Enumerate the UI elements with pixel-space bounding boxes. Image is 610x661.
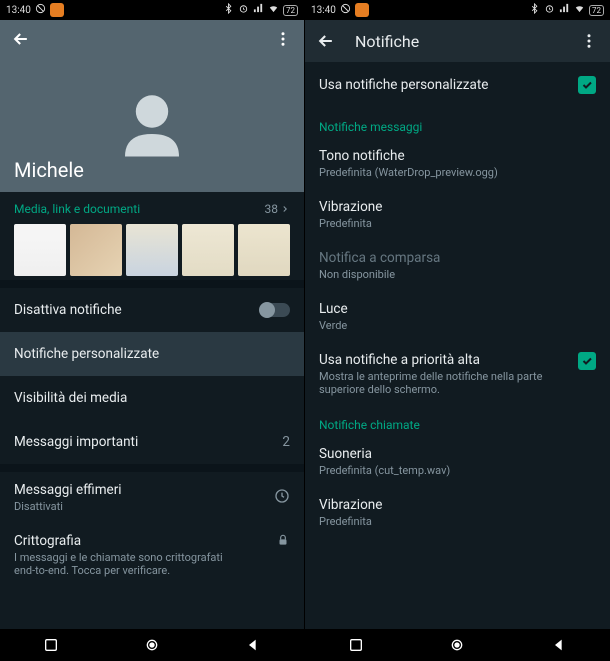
battery-icon: 72 bbox=[283, 5, 298, 16]
timer-icon bbox=[274, 488, 290, 508]
notifications-header: Notifiche bbox=[305, 20, 610, 62]
back-button[interactable] bbox=[10, 28, 32, 50]
media-thumbnail[interactable] bbox=[238, 224, 290, 276]
encryption-row[interactable]: Crittografia I messaggi e le chiamate so… bbox=[0, 523, 304, 587]
media-thumbnail[interactable] bbox=[182, 224, 234, 276]
status-time: 13:40 bbox=[6, 5, 31, 16]
call-vibration-title: Vibrazione bbox=[319, 497, 382, 513]
media-thumbnail[interactable] bbox=[14, 224, 66, 276]
more-menu-button[interactable] bbox=[578, 30, 600, 52]
ringtone-title: Suoneria bbox=[319, 446, 450, 462]
chevron-right-icon bbox=[280, 204, 290, 214]
starred-messages-label: Messaggi importanti bbox=[14, 434, 138, 450]
starred-messages-count: 2 bbox=[282, 434, 290, 450]
high-priority-row[interactable]: Usa notifiche a priorità alta Mostra le … bbox=[305, 342, 610, 406]
encryption-sub: I messaggi e le chiamate sono crittograf… bbox=[14, 551, 244, 577]
section-messages-header: Notifiche messaggi bbox=[305, 108, 610, 138]
use-custom-checkbox[interactable] bbox=[578, 76, 596, 94]
status-time: 13:40 bbox=[311, 5, 336, 16]
mute-toggle[interactable] bbox=[260, 303, 290, 317]
ephemeral-messages-row[interactable]: Messaggi effimeri Disattivati bbox=[0, 472, 304, 523]
dnd-icon bbox=[35, 3, 46, 17]
android-navigation-bar bbox=[305, 629, 610, 661]
contact-info-screen: 13:40 72 bbox=[0, 0, 305, 661]
call-vibration-row[interactable]: Vibrazione Predefinita bbox=[305, 487, 610, 538]
call-vibration-sub: Predefinita bbox=[319, 515, 382, 528]
section-calls-header: Notifiche chiamate bbox=[305, 406, 610, 436]
light-sub: Verde bbox=[319, 319, 348, 332]
popup-title: Notifica a comparsa bbox=[319, 250, 440, 266]
custom-notifications-row[interactable]: Notifiche personalizzate bbox=[0, 332, 304, 376]
app-indicator-icon bbox=[50, 3, 64, 17]
bluetooth-icon bbox=[529, 3, 540, 17]
media-count: 38 bbox=[265, 202, 279, 216]
nav-recent-button[interactable] bbox=[347, 636, 365, 654]
notification-tone-title: Tono notifiche bbox=[319, 148, 498, 164]
encryption-title: Crittografia bbox=[14, 533, 244, 549]
ringtone-row[interactable]: Suoneria Predefinita (cut_temp.wav) bbox=[305, 436, 610, 487]
mute-notifications-row[interactable]: Disattiva notifiche bbox=[0, 288, 304, 332]
alarm-icon bbox=[238, 3, 249, 17]
media-thumbnail[interactable] bbox=[126, 224, 178, 276]
high-priority-sub: Mostra le anteprime delle notifiche nell… bbox=[319, 370, 544, 396]
nav-home-button[interactable] bbox=[448, 636, 466, 654]
ephemeral-sub: Disattivati bbox=[14, 500, 122, 513]
mute-notifications-label: Disattiva notifiche bbox=[14, 302, 122, 318]
media-thumbnail[interactable] bbox=[70, 224, 122, 276]
media-header-label: Media, link e documenti bbox=[14, 202, 140, 216]
use-custom-notifications-label: Usa notifiche personalizzate bbox=[319, 77, 488, 93]
media-links-docs-row[interactable]: Media, link e documenti 38 bbox=[0, 192, 304, 280]
page-title: Notifiche bbox=[355, 32, 560, 51]
vibration-row[interactable]: Vibrazione Predefinita bbox=[305, 189, 610, 240]
battery-icon: 72 bbox=[589, 5, 604, 16]
high-priority-title: Usa notifiche a priorità alta bbox=[319, 352, 544, 368]
android-navigation-bar bbox=[0, 629, 304, 661]
use-custom-notifications-row[interactable]: Usa notifiche personalizzate bbox=[305, 62, 610, 108]
starred-messages-row[interactable]: Messaggi importanti 2 bbox=[0, 420, 304, 464]
media-visibility-label: Visibilità dei media bbox=[14, 390, 127, 406]
nav-recent-button[interactable] bbox=[42, 636, 60, 654]
alarm-icon bbox=[544, 3, 555, 17]
back-button[interactable] bbox=[315, 30, 337, 52]
media-visibility-row[interactable]: Visibilità dei media bbox=[0, 376, 304, 420]
ringtone-sub: Predefinita (cut_temp.wav) bbox=[319, 464, 450, 477]
light-title: Luce bbox=[319, 301, 348, 317]
more-menu-button[interactable] bbox=[272, 28, 294, 50]
vibration-title: Vibrazione bbox=[319, 199, 382, 215]
custom-notifications-label: Notifiche personalizzate bbox=[14, 346, 159, 362]
dnd-icon bbox=[340, 3, 351, 17]
notification-settings-screen: 13:40 72 bbox=[305, 0, 610, 661]
wifi-icon bbox=[574, 3, 585, 17]
nav-back-button[interactable] bbox=[550, 636, 568, 654]
signal-icon bbox=[559, 3, 570, 17]
nav-home-button[interactable] bbox=[143, 636, 161, 654]
status-bar: 13:40 72 bbox=[0, 0, 304, 20]
contact-name: Michele bbox=[14, 158, 84, 182]
status-bar: 13:40 72 bbox=[305, 0, 610, 20]
app-indicator-icon bbox=[355, 3, 369, 17]
ephemeral-title: Messaggi effimeri bbox=[14, 482, 122, 498]
notification-tone-row[interactable]: Tono notifiche Predefinita (WaterDrop_pr… bbox=[305, 138, 610, 189]
nav-back-button[interactable] bbox=[244, 636, 262, 654]
bluetooth-icon bbox=[223, 3, 234, 17]
lock-icon bbox=[276, 533, 290, 551]
contact-header: Michele bbox=[0, 20, 304, 192]
wifi-icon bbox=[268, 3, 279, 17]
popup-sub: Non disponibile bbox=[319, 268, 440, 281]
signal-icon bbox=[253, 3, 264, 17]
notification-tone-sub: Predefinita (WaterDrop_preview.ogg) bbox=[319, 166, 498, 179]
popup-notification-row: Notifica a comparsa Non disponibile bbox=[305, 240, 610, 291]
high-priority-checkbox[interactable] bbox=[578, 352, 596, 370]
vibration-sub: Predefinita bbox=[319, 217, 382, 230]
light-row[interactable]: Luce Verde bbox=[305, 291, 610, 342]
